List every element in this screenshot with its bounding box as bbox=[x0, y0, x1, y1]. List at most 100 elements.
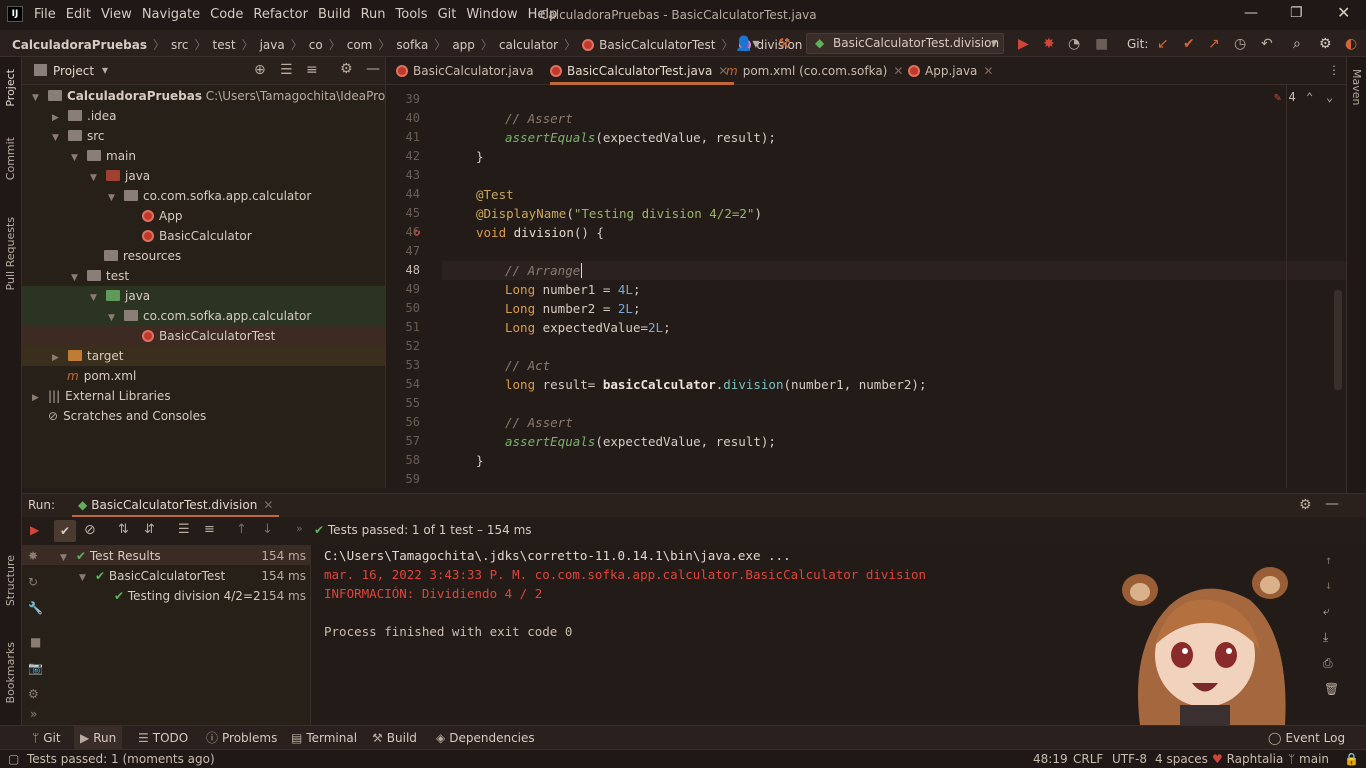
more-tabs-icon[interactable]: ⋮ bbox=[1328, 63, 1340, 77]
show-ignored-icon[interactable]: ⊘ bbox=[84, 522, 96, 538]
scroll-up-icon[interactable]: ↑ bbox=[1325, 553, 1332, 567]
breadcrumb-test[interactable]: test bbox=[213, 38, 236, 52]
next-highlight-icon[interactable]: ⌄ bbox=[1326, 90, 1333, 104]
locate-icon[interactable]: ⊕ bbox=[254, 62, 266, 78]
caret-position[interactable]: 48:19 bbox=[1033, 752, 1068, 766]
tool-terminal[interactable]: ▤ Terminal bbox=[291, 726, 357, 750]
menu-window[interactable]: Window bbox=[466, 7, 517, 22]
tool-bookmarks[interactable]: Bookmarks bbox=[4, 642, 17, 703]
indent-setting[interactable]: 4 spaces bbox=[1155, 752, 1208, 766]
expand-all-icon[interactable]: ☰ bbox=[280, 62, 293, 78]
tree-item-resources[interactable]: resources bbox=[104, 246, 181, 266]
menu-run[interactable]: Run bbox=[361, 7, 386, 22]
breadcrumb-co[interactable]: co bbox=[309, 38, 323, 52]
restore-icon[interactable]: ❐ bbox=[1290, 5, 1303, 21]
breadcrumb-src[interactable]: src bbox=[171, 38, 189, 52]
project-view-select[interactable]: Project bbox=[53, 64, 94, 78]
tree-item-main-package[interactable]: ▼ co.com.sofka.app.calculator bbox=[108, 186, 311, 206]
tool-todo[interactable]: ☰ TODO bbox=[138, 726, 188, 750]
settings-icon[interactable]: ⚙ bbox=[28, 687, 39, 701]
previous-test-icon[interactable]: ↑ bbox=[236, 522, 247, 537]
tool-commit[interactable]: Commit bbox=[4, 137, 17, 180]
tree-item-app[interactable]: App bbox=[142, 206, 182, 226]
tree-item-target[interactable]: ▶ target bbox=[22, 346, 385, 366]
tree-item-external-libraries[interactable]: ▶ ||| External Libraries bbox=[32, 386, 171, 406]
wrench-icon[interactable]: 🔧 bbox=[28, 601, 43, 615]
hide-icon[interactable]: — bbox=[1325, 496, 1339, 512]
tab-app[interactable]: App.java ✕ bbox=[908, 57, 993, 85]
run-tab[interactable]: ◆ BasicCalculatorTest.division ✕ bbox=[72, 494, 280, 518]
run-test-gutter-icon[interactable]: ↻ bbox=[414, 225, 421, 238]
collapse-all-icon[interactable]: ≡ bbox=[306, 62, 318, 78]
menu-refactor[interactable]: Refactor bbox=[253, 7, 308, 22]
gear-icon[interactable]: ⚙ bbox=[1299, 497, 1312, 513]
rerun-failed-icon[interactable]: ↻ bbox=[28, 575, 38, 589]
editor-scrollbar[interactable] bbox=[1334, 290, 1342, 390]
menu-file[interactable]: File bbox=[34, 7, 56, 22]
file-encoding[interactable]: UTF-8 bbox=[1112, 752, 1147, 766]
run-icon[interactable]: ▶ bbox=[1018, 36, 1029, 52]
warnings-indicator[interactable]: ✎ 4 bbox=[1274, 90, 1296, 104]
show-passed-icon[interactable]: ✔ bbox=[54, 520, 76, 542]
git-branch[interactable]: ᛘ main bbox=[1288, 752, 1329, 766]
tool-problems[interactable]: ⓘ Problems bbox=[206, 726, 277, 750]
rerun-icon[interactable]: ▶ bbox=[30, 523, 39, 537]
code-editor[interactable]: ✎ 4 ⌃ ⌄ 39 40 41 42 43 44 45 46 47 48 49… bbox=[386, 85, 1346, 488]
tool-git[interactable]: ᛘ Git bbox=[32, 726, 61, 750]
breadcrumb-calculator[interactable]: calculator bbox=[499, 38, 558, 52]
gear-icon[interactable]: ⚙ bbox=[1319, 36, 1332, 52]
tree-item-pom[interactable]: m pom.xml bbox=[67, 366, 136, 386]
menu-edit[interactable]: Edit bbox=[66, 7, 91, 22]
tree-item-basic-calculator-test[interactable]: BasicCalculatorTest bbox=[22, 326, 385, 346]
sort-alpha-icon[interactable]: ⇅ bbox=[118, 522, 129, 537]
gear-icon[interactable]: ⚙ bbox=[340, 61, 353, 77]
tree-item-main[interactable]: ▼ main bbox=[71, 146, 136, 166]
close-window-icon[interactable]: ✕ bbox=[1337, 3, 1350, 22]
more-icon[interactable]: » bbox=[296, 522, 303, 535]
git-update-icon[interactable]: ↙ bbox=[1157, 36, 1169, 52]
menu-git[interactable]: Git bbox=[438, 7, 457, 22]
menu-code[interactable]: Code bbox=[210, 7, 243, 22]
stop-icon[interactable]: ■ bbox=[30, 635, 41, 649]
tree-item-project-root[interactable]: ▼ CalculadoraPruebas C:\Users\Tamagochita… bbox=[32, 86, 385, 106]
tree-item-test-package[interactable]: ▼ co.com.sofka.app.calculator bbox=[22, 306, 385, 326]
tab-pom[interactable]: m pom.xml (co.com.sofka) ✕ bbox=[726, 57, 903, 85]
expand-all-icon[interactable]: ☰ bbox=[178, 522, 190, 537]
tab-basic-calculator-test[interactable]: BasicCalculatorTest.java ✕ bbox=[550, 57, 735, 85]
menu-view[interactable]: View bbox=[101, 7, 132, 22]
tool-run[interactable]: ▶ Run bbox=[74, 726, 123, 750]
breadcrumb-app[interactable]: app bbox=[452, 38, 475, 52]
tool-dependencies[interactable]: ◈ Dependencies bbox=[436, 726, 535, 750]
tool-maven[interactable]: Maven bbox=[1350, 69, 1363, 105]
print-icon[interactable]: ⎙ bbox=[1323, 656, 1333, 671]
minimize-icon[interactable]: — bbox=[1244, 5, 1258, 21]
previous-highlight-icon[interactable]: ⌃ bbox=[1306, 90, 1313, 104]
tree-item-scratches[interactable]: ⊘ Scratches and Consoles bbox=[48, 406, 206, 426]
tool-project[interactable]: Project bbox=[4, 69, 17, 107]
scroll-down-icon[interactable]: ↓ bbox=[1325, 578, 1332, 592]
tree-item-test[interactable]: ▼ test bbox=[71, 266, 129, 286]
tool-build[interactable]: ⚒ Build bbox=[372, 726, 417, 750]
close-icon[interactable]: ✕ bbox=[263, 498, 273, 512]
menu-tools[interactable]: Tools bbox=[396, 7, 428, 22]
close-icon[interactable]: ✕ bbox=[983, 64, 993, 78]
menu-navigate[interactable]: Navigate bbox=[142, 7, 200, 22]
breadcrumb-class[interactable]: BasicCalculatorTest bbox=[599, 38, 715, 52]
tool-event-log[interactable]: ◯ Event Log bbox=[1268, 726, 1345, 750]
tree-item-src[interactable]: ▼ src bbox=[52, 126, 105, 146]
user-icon[interactable]: 👤▾ bbox=[735, 36, 759, 52]
rollback-icon[interactable]: ↶ bbox=[1261, 36, 1273, 52]
collapse-all-icon[interactable]: ≡ bbox=[204, 522, 215, 537]
chevron-down-icon[interactable]: ▾ bbox=[102, 63, 108, 77]
plugin-icon[interactable]: ◐ bbox=[1345, 36, 1357, 52]
tree-item-main-java[interactable]: ▼ java bbox=[90, 166, 150, 186]
search-icon[interactable]: ⌕ bbox=[1293, 36, 1301, 52]
build-hammer-icon[interactable]: ⚒ bbox=[778, 36, 791, 52]
test-method-node[interactable]: ✔ Testing division 4/2=2 154 ms bbox=[114, 586, 308, 606]
breadcrumb-project[interactable]: CalculadoraPruebas bbox=[12, 38, 147, 52]
tool-pull-requests[interactable]: Pull Requests bbox=[4, 217, 17, 290]
camera-icon[interactable]: 📷 bbox=[28, 661, 43, 675]
trash-icon[interactable]: 🗑 bbox=[1324, 682, 1339, 696]
close-icon[interactable]: ✕ bbox=[893, 64, 903, 78]
test-class-node[interactable]: ▼ ✔ BasicCalculatorTest 154 ms bbox=[79, 566, 308, 586]
